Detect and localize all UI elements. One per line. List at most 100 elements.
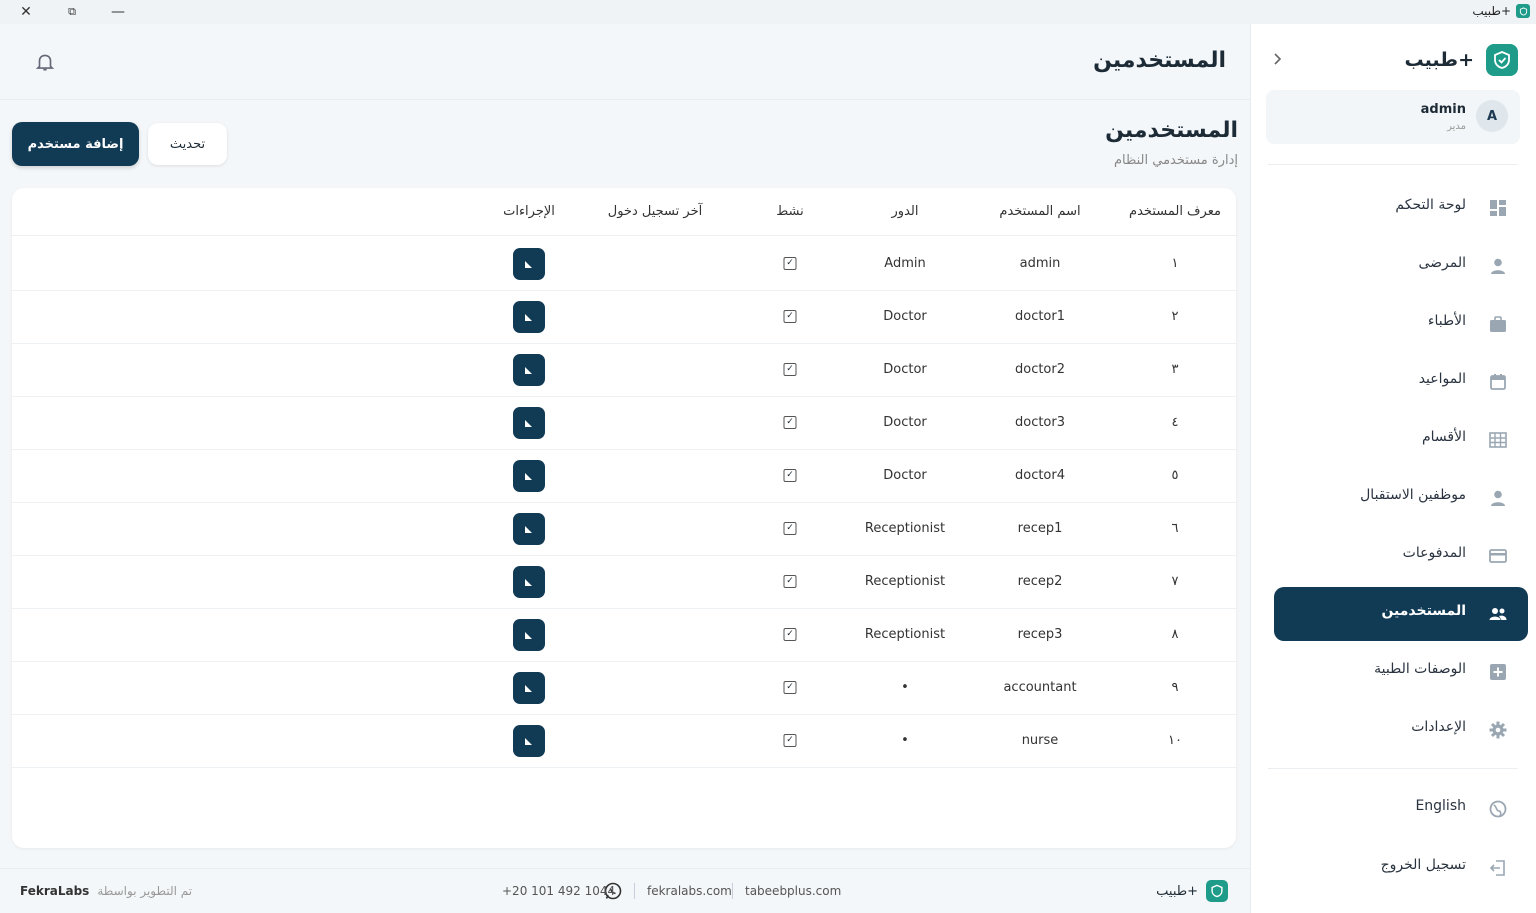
cell-role: Receptionist [864,627,946,642]
sidebar-item-label: موظفين الاستقبال [1360,487,1466,503]
developer-name[interactable]: FekraLabs [20,884,89,898]
close-window-button[interactable]: ✕ [6,0,46,24]
active-checkbox[interactable]: ✓ [783,734,797,747]
table-row: ٦ recep1 Receptionist ✓ [12,503,1236,556]
cell-username: doctor2 [1014,362,1066,377]
active-checkbox[interactable]: ✓ [783,575,797,588]
footer-link-tabeebplus[interactable]: tabeebplus.com [745,884,841,898]
cell-id: ٨ [1171,627,1179,642]
bell-icon[interactable] [34,51,56,77]
cell-role: Doctor [883,309,927,324]
table-header: معرف المستخدم اسم المستخدم الدور نشط آخر… [12,188,1236,236]
sidebar-item-dashboard[interactable]: لوحة التحكم [1274,181,1528,235]
user-card: A admin مدير [1266,90,1520,144]
app-logo-icon [1486,44,1518,76]
sidebar-item-label: الإعدادات [1411,719,1466,735]
sidebar-item-settings[interactable]: الإعدادات [1274,703,1528,757]
active-checkbox[interactable]: ✓ [783,363,797,376]
person-icon [1486,486,1510,510]
sidebar-item-prescriptions[interactable]: الوصفات الطبية [1274,645,1528,699]
cell-id: ٩ [1171,680,1179,695]
dashboard-icon [1486,196,1510,220]
cell-id: ٢ [1171,309,1179,324]
sidebar-item-users[interactable]: المستخدمين [1274,587,1528,641]
cell-role: Receptionist [864,521,946,536]
logout-button[interactable]: تسجيل الخروج [1274,841,1528,895]
edit-user-button[interactable] [513,354,545,386]
maximize-window-button[interactable]: ⧉ [52,0,92,24]
cell-username: doctor1 [1014,309,1066,324]
sidebar-item-label: المدفوعات [1402,545,1466,561]
users-table: معرف المستخدم اسم المستخدم الدور نشط آخر… [12,188,1236,848]
divider [634,883,635,899]
edit-user-button[interactable] [513,566,545,598]
cell-id: ١٠ [1168,733,1182,748]
active-checkbox[interactable]: ✓ [783,681,797,694]
person-icon [1486,254,1510,278]
column-header-last-login[interactable]: آخر تسجيل دخول [608,204,702,219]
column-header-actions: الإجراءات [503,204,555,219]
edit-icon [525,473,532,480]
edit-icon [525,632,532,639]
edit-icon [525,685,532,692]
edit-user-button[interactable] [513,248,545,280]
user-role: مدير [1447,121,1466,132]
globe-icon [1486,797,1510,821]
edit-user-button[interactable] [513,725,545,757]
sidebar-item-receptionists[interactable]: موظفين الاستقبال [1274,471,1528,525]
brand-name: طبيب+ [1404,49,1474,71]
active-checkbox[interactable]: ✓ [783,416,797,429]
edit-user-button[interactable] [513,460,545,492]
edit-icon [525,420,532,427]
edit-icon [525,526,532,533]
developer-label: تم التطوير بواسطة [97,884,193,898]
cell-role: Receptionist [864,574,946,589]
sidebar-item-doctors[interactable]: الأطباء [1274,297,1528,351]
cell-username: nurse [1021,733,1059,748]
active-checkbox[interactable]: ✓ [783,257,797,270]
cell-username: admin [1019,256,1061,271]
edit-user-button[interactable] [513,513,545,545]
table-row: ٣ doctor2 Doctor ✓ [12,344,1236,397]
active-checkbox[interactable]: ✓ [783,310,797,323]
column-header-active[interactable]: نشط [776,204,804,219]
sidebar-item-patients[interactable]: المرضى [1274,239,1528,293]
window-title-text: طبيب+ [1472,4,1511,18]
avatar: A [1476,100,1508,132]
edit-user-button[interactable] [513,619,545,651]
column-header-username[interactable]: اسم المستخدم [999,204,1080,219]
edit-icon [525,579,532,586]
footer: طبيب+ tabeebplus.com fekralabs.com +20 1… [0,868,1250,913]
active-checkbox[interactable]: ✓ [783,522,797,535]
column-header-id[interactable]: معرف المستخدم [1129,204,1221,219]
footer-phone[interactable]: +20 101 492 1044 [502,884,615,898]
users-icon [1486,602,1510,626]
minimize-window-button[interactable]: — [98,0,138,24]
logout-label: تسجيل الخروج [1380,857,1466,873]
edit-icon [525,367,532,374]
sidebar-item-label: لوحة التحكم [1395,197,1466,213]
edit-user-button[interactable] [513,301,545,333]
active-checkbox[interactable]: ✓ [783,628,797,641]
add-user-button[interactable]: إضافة مستخدم [12,122,139,166]
column-header-role[interactable]: الدور [892,204,919,219]
sidebar-item-label: الوصفات الطبية [1374,661,1466,677]
cell-username: recep1 [1017,521,1063,536]
cell-role: Admin [884,256,926,271]
refresh-button[interactable]: تحديث [148,123,227,165]
sidebar-item-label: المواعيد [1418,371,1466,387]
sidebar-item-departments[interactable]: الأقسام [1274,413,1528,467]
language-toggle[interactable]: English [1274,782,1528,836]
cell-role: Doctor [883,415,927,430]
active-checkbox[interactable]: ✓ [783,469,797,482]
sidebar-item-appointments[interactable]: المواعيد [1274,355,1528,409]
cell-id: ٣ [1171,362,1179,377]
sidebar: طبيب+ A admin مدير لوحة التحكم المرضى ال… [1250,24,1536,913]
cell-id: ٧ [1171,574,1179,589]
edit-user-button[interactable] [513,407,545,439]
edit-user-button[interactable] [513,672,545,704]
chevron-right-icon[interactable] [1271,50,1285,71]
footer-link-fekralabs[interactable]: fekralabs.com [647,884,732,898]
sidebar-item-payments[interactable]: المدفوعات [1274,529,1528,583]
footer-developer: FekraLabs تم التطوير بواسطة [20,884,192,898]
